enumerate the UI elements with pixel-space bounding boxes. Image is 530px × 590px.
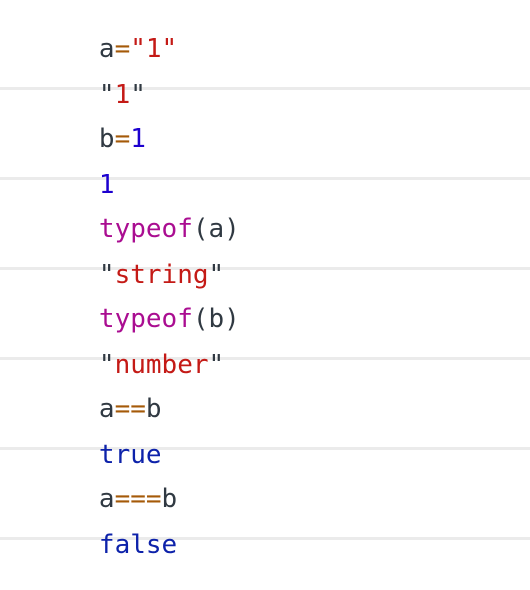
token: ) — [224, 304, 240, 334]
console-entry: a===b false — [0, 450, 530, 560]
console-entry: b=1 1 — [0, 90, 530, 200]
console-entry: a="1" "1" — [0, 0, 530, 110]
console-log: a="1" "1" b=1 1 typeof(a) "string" typeo… — [0, 0, 530, 560]
console-entry: typeof(b) "number" — [0, 270, 530, 380]
token: false — [98, 530, 178, 560]
console-output-line: false — [5, 500, 177, 590]
token: 1 — [130, 124, 146, 154]
token: = — [114, 124, 131, 154]
token: ) — [224, 214, 240, 244]
console-entry: typeof(a) "string" — [0, 180, 530, 290]
console-entry: a==b true — [0, 360, 530, 470]
